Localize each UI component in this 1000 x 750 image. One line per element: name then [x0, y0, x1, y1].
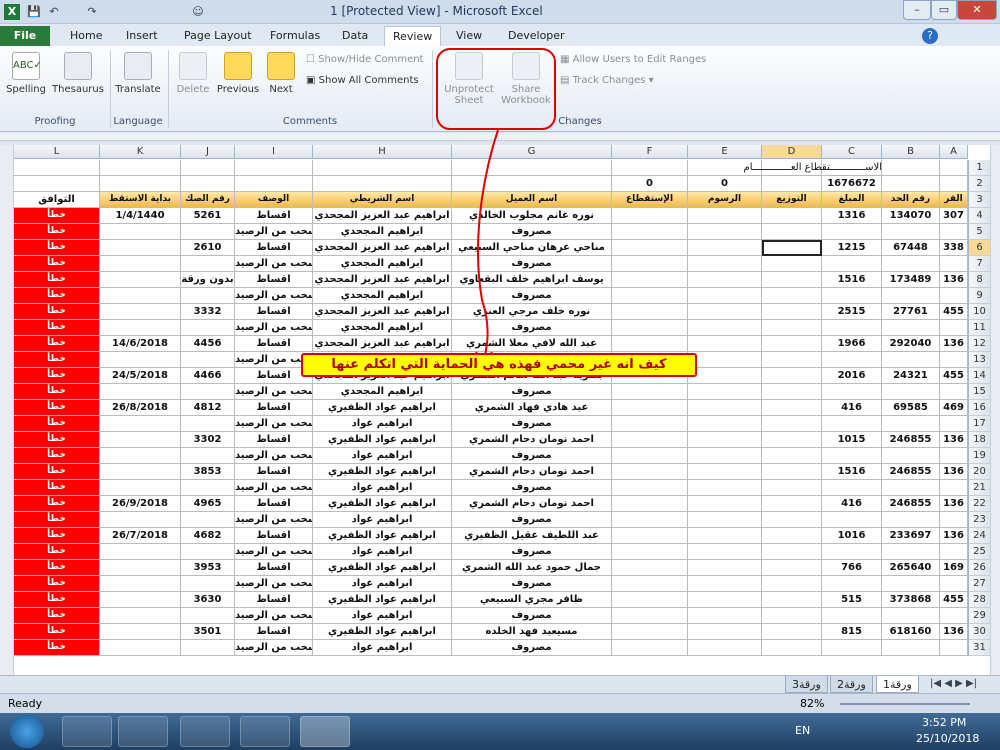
- sheet-tab-3[interactable]: ورقة3: [785, 676, 828, 693]
- status-bar: Ready 82%: [0, 693, 1000, 713]
- explorer-icon[interactable]: [62, 716, 112, 747]
- sheet-nav-arrows[interactable]: |◀ ◀ ▶ ▶|: [930, 678, 977, 689]
- zoom-slider[interactable]: [840, 703, 970, 705]
- excel-taskbar-icon[interactable]: [300, 716, 350, 747]
- taskbar: EN 3:52 PM 25/10/2018: [0, 713, 1000, 750]
- media-player-icon[interactable]: [118, 716, 168, 747]
- language-indicator[interactable]: EN: [795, 724, 810, 737]
- clock-date: 25/10/2018: [916, 732, 980, 745]
- clock-time: 3:52 PM: [922, 716, 967, 729]
- sheet-tab-2[interactable]: ورقة2: [830, 676, 873, 693]
- zoom-level: 82%: [800, 697, 825, 710]
- sheet-tab-1[interactable]: ورقة1: [876, 676, 919, 693]
- annotation-callout: كيف انه غير محمي فهذه هي الحماية التي ات…: [301, 353, 697, 377]
- status-ready: Ready: [8, 697, 43, 710]
- sheet-tabs-bar: ورقة3 ورقة2 ورقة1 |◀ ◀ ▶ ▶|: [0, 675, 1000, 693]
- ie-icon[interactable]: [240, 716, 290, 747]
- start-button[interactable]: [10, 715, 44, 748]
- firefox-icon[interactable]: [180, 716, 230, 747]
